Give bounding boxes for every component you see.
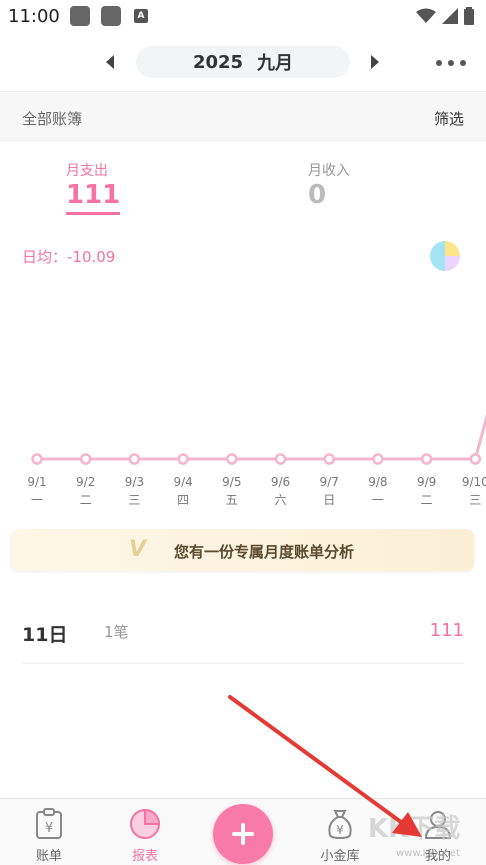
signal-icon — [442, 8, 458, 24]
nav-vault-label: 小金库 — [320, 849, 360, 864]
data-point[interactable] — [226, 453, 238, 465]
x-weekday-label: 四 — [177, 493, 189, 507]
status-time: 11:00 — [8, 6, 60, 27]
filter-bar: 全部账簿 筛选 — [0, 92, 486, 142]
month-header: 2025 九月 — [0, 34, 486, 92]
x-tick-label: 9/2 — [76, 475, 95, 489]
bill-icon: ¥ — [36, 808, 62, 839]
x-tick-label: 9/3 — [125, 475, 144, 489]
monthly-analysis-banner[interactable]: V 您有一份专属月度账单分析 — [11, 529, 474, 571]
notification-icon — [101, 6, 121, 26]
notification-icon: A — [134, 9, 148, 23]
x-tick-label: 9/9 — [417, 475, 436, 489]
x-weekday-label: 日 — [323, 493, 335, 507]
data-point[interactable] — [372, 453, 384, 465]
month-label: 九月 — [257, 53, 294, 74]
x-weekday-label: 一 — [31, 493, 43, 507]
income-tab-label[interactable]: 月收入 — [308, 160, 350, 180]
data-point[interactable] — [31, 453, 43, 465]
day-label: 11日 — [22, 624, 68, 646]
x-tick-label: 9/7 — [320, 475, 339, 489]
x-tick-label: 9/1 — [27, 475, 46, 489]
monthly-totals: 月支出 111 月收入 0 — [0, 142, 486, 242]
x-tick-label: 9/6 — [271, 475, 290, 489]
x-weekday-label: 二 — [80, 493, 92, 507]
prev-month-icon[interactable] — [106, 55, 114, 69]
more-icon[interactable] — [436, 60, 466, 66]
expense-tab-label[interactable]: 月支出 — [66, 160, 108, 180]
data-point[interactable] — [128, 453, 141, 465]
x-weekday-label: 三 — [128, 493, 140, 507]
expense-value[interactable]: 111 — [66, 180, 121, 215]
series-line-rise — [473, 413, 486, 460]
day-entry-row[interactable]: 11日 1笔 111 — [22, 600, 464, 664]
x-weekday-label: 三 — [469, 493, 481, 507]
system-icons — [416, 7, 474, 25]
data-point[interactable] — [274, 453, 287, 465]
day-amount: 111 — [429, 620, 464, 641]
x-tick-label: 9/10 — [462, 475, 486, 489]
watermark-url: www.kkx.net — [396, 848, 460, 859]
svg-text:¥: ¥ — [336, 823, 344, 837]
nav-bill-label: 账单 — [35, 849, 62, 864]
daily-average: 日均：-10.09 — [22, 248, 116, 266]
status-bar: 11:00 A — [0, 0, 486, 34]
x-weekday-label: 五 — [226, 493, 238, 507]
book-selector[interactable]: 全部账簿 — [22, 108, 82, 129]
month-selector[interactable]: 2025 九月 — [136, 46, 350, 78]
filter-button[interactable]: 筛选 — [434, 108, 464, 129]
daily-expense-chart: 9/1 一 9/2 二 9/3 三 9/4 四 9/5 五 9/6 六 9/7 日 9/8 一 9/9 二 9/10… — [27, 413, 486, 507]
vip-icon: V — [129, 537, 147, 562]
nav-report-label: 报表 — [131, 849, 158, 864]
add-record-button[interactable] — [213, 804, 273, 864]
data-point[interactable] — [420, 453, 433, 465]
x-weekday-label: 二 — [421, 493, 433, 507]
data-point[interactable] — [177, 453, 189, 465]
wifi-icon — [416, 8, 436, 23]
nav-bill[interactable]: ¥ 账单 — [19, 807, 79, 865]
banner-text: 您有一份专属月度账单分析 — [174, 543, 355, 561]
x-tick-label: 9/5 — [222, 475, 241, 489]
watermark-logo: KK下载 — [368, 814, 461, 844]
income-value[interactable]: 0 — [308, 180, 326, 210]
next-month-icon[interactable] — [371, 55, 379, 69]
data-point[interactable] — [79, 453, 92, 465]
data-point[interactable] — [469, 453, 482, 465]
year-label: 2025 — [192, 51, 244, 73]
entry-count: 1笔 — [104, 623, 129, 641]
nav-report[interactable]: 报表 — [115, 807, 175, 865]
notification-icon — [70, 6, 90, 26]
report-pie-icon — [130, 808, 161, 839]
x-weekday-label: 一 — [372, 493, 384, 507]
data-point[interactable] — [323, 453, 335, 465]
nav-vault[interactable]: ¥ 小金库 — [310, 807, 370, 865]
x-weekday-label: 六 — [274, 493, 286, 507]
battery-icon — [464, 7, 474, 25]
money-bag-icon: ¥ — [328, 810, 352, 840]
x-tick-label: 9/4 — [173, 475, 192, 489]
x-tick-label: 9/8 — [368, 475, 387, 489]
pie-chart-icon[interactable] — [430, 241, 460, 271]
svg-text:¥: ¥ — [45, 821, 53, 836]
